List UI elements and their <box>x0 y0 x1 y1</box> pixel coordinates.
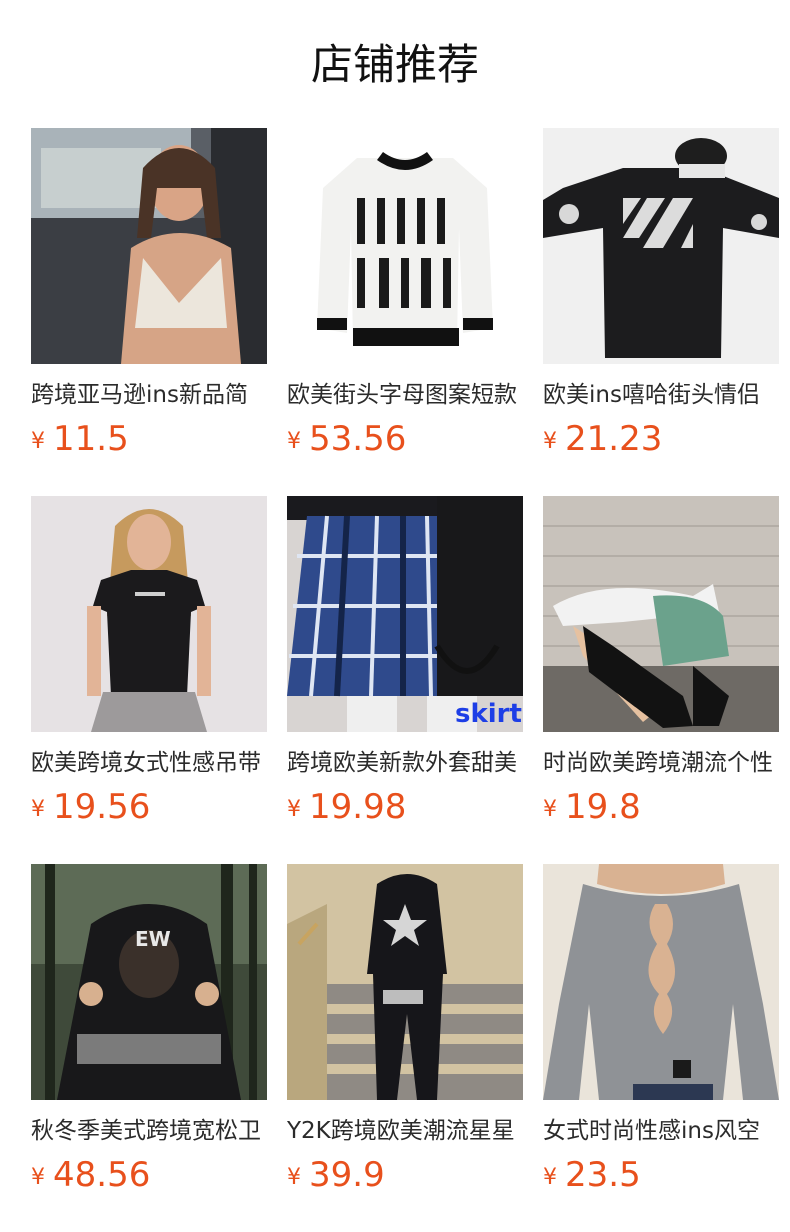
product-card[interactable]: Y2K跨境欧美潮流星星 ¥39.9 <box>287 864 523 1196</box>
product-price: ¥39.9 <box>287 1154 523 1196</box>
product-price: ¥21.23 <box>543 418 779 460</box>
price-amount: 53.56 <box>309 419 407 459</box>
price-amount: 39.9 <box>309 1155 385 1195</box>
price-amount: 19.56 <box>53 787 151 827</box>
product-image[interactable] <box>31 496 267 732</box>
currency-symbol: ¥ <box>287 797 301 822</box>
product-name[interactable]: 秋冬季美式跨境宽松卫 <box>31 1116 267 1146</box>
currency-symbol: ¥ <box>31 797 45 822</box>
product-card[interactable]: EW 秋冬季美式跨境宽松卫 ¥48.56 <box>31 864 267 1196</box>
product-name[interactable]: Y2K跨境欧美潮流星星 <box>287 1116 523 1146</box>
product-card[interactable]: 欧美ins嘻哈街头情侣 ¥21.23 <box>543 128 779 460</box>
product-card[interactable]: 时尚欧美跨境潮流个性 ¥19.8 <box>543 496 779 828</box>
product-card[interactable]: 欧美跨境女式性感吊带 ¥19.56 <box>31 496 267 828</box>
product-image[interactable] <box>543 496 779 732</box>
product-name[interactable]: 跨境亚马逊ins新品简 <box>31 380 267 410</box>
product-price: ¥48.56 <box>31 1154 267 1196</box>
product-card[interactable]: 欧美街头字母图案短款 ¥53.56 <box>287 128 523 460</box>
currency-symbol: ¥ <box>543 429 557 454</box>
product-image-white-sweater <box>287 128 523 364</box>
product-name[interactable]: 女式时尚性感ins风空 <box>543 1116 779 1146</box>
product-image[interactable] <box>31 128 267 364</box>
currency-symbol: ¥ <box>31 1165 45 1190</box>
product-image[interactable] <box>287 864 523 1100</box>
product-name[interactable]: 欧美ins嘻哈街头情侣 <box>543 380 779 410</box>
product-price: ¥19.56 <box>31 786 267 828</box>
product-name[interactable]: 欧美跨境女式性感吊带 <box>31 748 267 778</box>
product-image[interactable] <box>287 128 523 364</box>
currency-symbol: ¥ <box>31 429 45 454</box>
product-image-woman-crop-top <box>31 128 267 364</box>
currency-symbol: ¥ <box>287 429 301 454</box>
price-amount: 19.8 <box>565 787 641 827</box>
product-image[interactable] <box>543 864 779 1100</box>
price-amount: 19.98 <box>309 787 407 827</box>
currency-symbol: ¥ <box>287 1165 301 1190</box>
product-name[interactable]: 时尚欧美跨境潮流个性 <box>543 748 779 778</box>
product-image-green-skirt <box>543 496 779 732</box>
skirt-label: skirt <box>455 699 522 729</box>
price-amount: 21.23 <box>565 419 663 459</box>
product-image-grey-cutout-top <box>543 864 779 1100</box>
product-card[interactable]: 女式时尚性感ins风空 ¥23.5 <box>543 864 779 1196</box>
product-price: ¥53.56 <box>287 418 523 460</box>
product-image[interactable] <box>543 128 779 364</box>
product-image-woman-black-tee <box>31 496 267 732</box>
product-price: ¥23.5 <box>543 1154 779 1196</box>
product-card[interactable]: 跨境亚马逊ins新品简 ¥11.5 <box>31 128 267 460</box>
price-amount: 23.5 <box>565 1155 641 1195</box>
product-price: ¥19.98 <box>287 786 523 828</box>
product-image[interactable]: EW <box>31 864 267 1100</box>
product-price: ¥19.8 <box>543 786 779 828</box>
product-image-star-tracksuit <box>287 864 523 1100</box>
product-price: ¥11.5 <box>31 418 267 460</box>
product-card[interactable]: skirt 跨境欧美新款外套甜美 ¥19.98 <box>287 496 523 828</box>
product-image[interactable]: skirt <box>287 496 523 732</box>
product-image-plaid-skirt: skirt <box>287 496 523 732</box>
price-amount: 11.5 <box>53 419 129 459</box>
price-amount: 48.56 <box>53 1155 151 1195</box>
product-image-black-hoodie: EW <box>31 864 267 1100</box>
section-title: 店铺推荐 <box>310 40 479 89</box>
product-name[interactable]: 欧美街头字母图案短款 <box>287 380 523 410</box>
currency-symbol: ¥ <box>543 797 557 822</box>
product-image-black-tee-cap <box>543 128 779 364</box>
product-name[interactable]: 跨境欧美新款外套甜美 <box>287 748 523 778</box>
currency-symbol: ¥ <box>543 1165 557 1190</box>
svg-text:EW: EW <box>135 927 171 951</box>
